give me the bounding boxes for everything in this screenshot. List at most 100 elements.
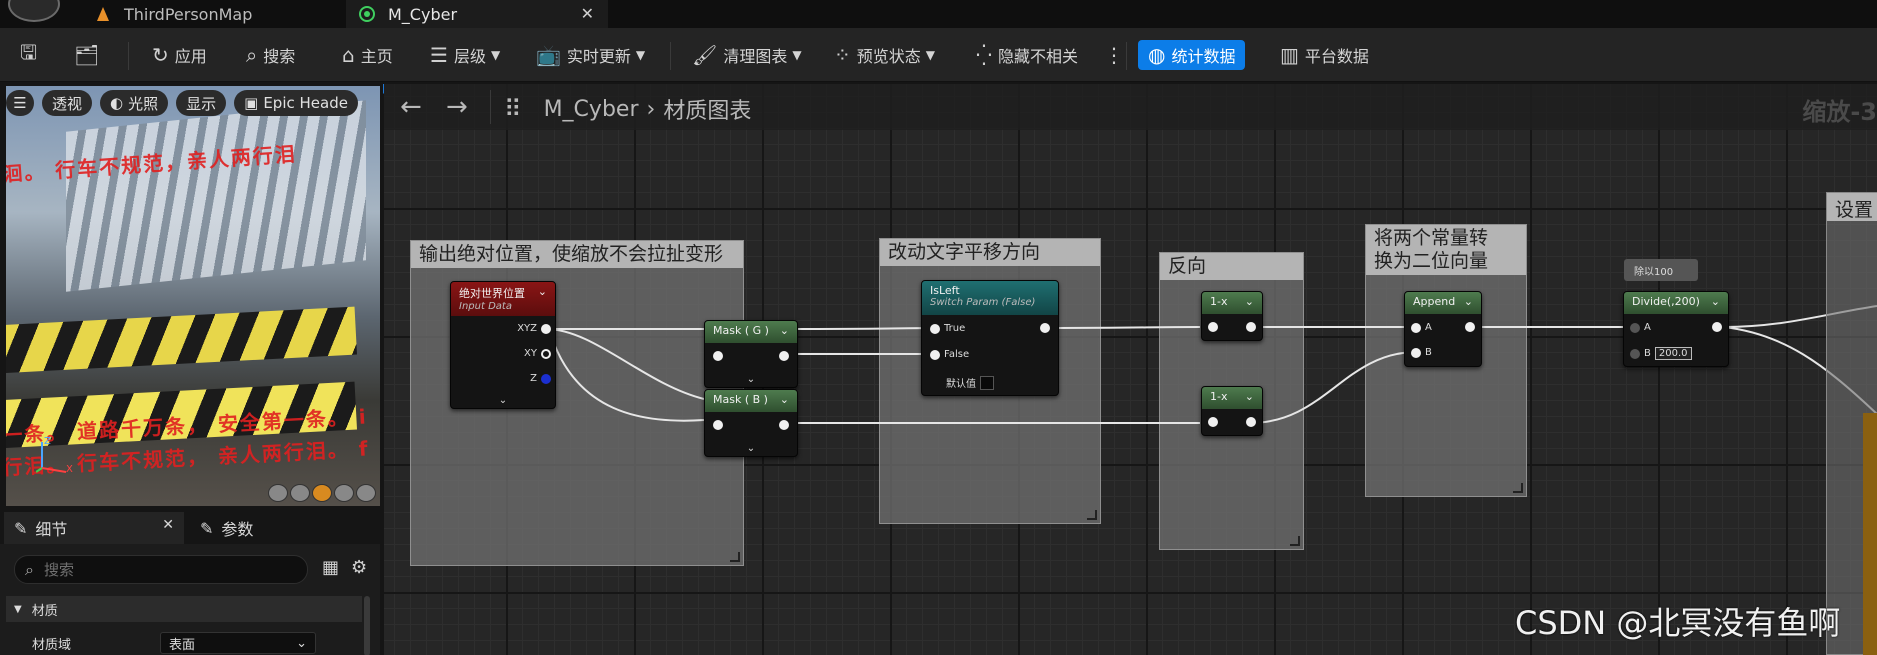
expand-icon[interactable]: ⌄ [747,374,755,385]
output-pin[interactable] [1465,322,1475,332]
node-title: Append [1413,295,1456,308]
cube-icon[interactable] [334,484,354,502]
input-pin[interactable] [713,351,723,361]
node-partial[interactable] [1863,413,1877,655]
section-label: 材质 [31,603,58,619]
material-section-header[interactable]: ▼ 材质 [6,596,362,622]
save-button[interactable]: 🖫 [20,40,43,70]
node-one-minus[interactable]: 1-x ⌄ [1201,291,1263,341]
header-label: Epic Heade [263,94,348,112]
hierarchy-button[interactable]: ☰ 层级 ▼ [430,40,500,70]
sphere-icon[interactable] [290,484,310,502]
pin-z[interactable]: Z [530,373,551,384]
output-pin[interactable] [1246,417,1256,427]
pin-label: True [944,323,966,334]
output-pin[interactable] [1712,322,1722,332]
node-world-position[interactable]: 绝对世界位置 Input Data ⌄ XYZ XY Z ⌄ [450,281,556,409]
table-view-icon[interactable]: ▦ [322,557,339,578]
output-pin[interactable] [779,351,789,361]
node-divide[interactable]: Divide(,200) ⌄ A B 200.0 [1623,291,1729,367]
comment-title[interactable]: 设置 [1827,193,1877,221]
comment-box[interactable]: 设置 [1826,192,1877,655]
search-icon: ⌕ [25,559,34,579]
browse-button[interactable]: 🗂 [74,40,105,70]
preview-state-button[interactable]: ⁘ 预览状态 ▼ [834,40,935,70]
input-pin[interactable] [1411,347,1421,358]
input-pin[interactable] [1208,322,1218,332]
tab-params[interactable]: ✎ 参数 [190,512,370,544]
pin-xyz[interactable]: XYZ [517,323,551,334]
node-subtitle: Input Data [459,301,512,312]
node-one-minus[interactable]: 1-x ⌄ [1201,386,1263,436]
pin-a[interactable]: A [1411,322,1432,333]
tab-m-cyber[interactable]: M_Cyber ✕ [346,0,608,28]
clean-graph-button[interactable]: 🖌 清理图表 ▼ [692,40,802,70]
details-search-input[interactable]: ⌕ 搜索 [14,555,308,584]
close-icon[interactable]: ✕ [581,4,594,23]
output-pin[interactable] [541,323,551,334]
hierarchy-label: 层级 [453,47,486,66]
lighting-icon: ◐ [110,94,124,112]
tab-details[interactable]: ✎ 细节 ✕ [4,512,184,544]
platform-stats-button[interactable]: ▥ 平台数据 [1280,40,1369,70]
pencil-icon: ✎ [14,518,28,538]
node-comment-bubble[interactable]: 除以100 [1624,259,1698,281]
teapot-icon[interactable] [356,484,376,502]
home-button[interactable]: ⌂ 主页 [342,40,393,70]
input-pin[interactable] [930,323,940,334]
pin-b[interactable]: B [1411,347,1432,358]
apply-label: 应用 [174,47,207,66]
default-value-checkbox[interactable] [980,375,994,390]
input-pin[interactable] [1630,322,1640,333]
stats-button[interactable]: ◍ 统计数据 [1138,40,1246,70]
output-pin[interactable] [1246,322,1256,332]
viewport-menu-button[interactable]: ☰ [6,90,34,116]
pin-true[interactable]: True [930,323,965,334]
tab-thirdpersonmap[interactable]: ThirdPersonMap [82,0,344,28]
output-pin[interactable] [541,373,551,384]
material-domain-select[interactable]: 表面 ⌄ [160,632,316,654]
node-mask-g[interactable]: Mask ( G ) ⌄ ⌄ [704,320,798,388]
node-subtitle: Switch Param (False) [930,297,1036,308]
plane-icon[interactable] [312,484,332,502]
node-header: IsLeft Switch Param (False) [922,281,1058,315]
output-pin[interactable] [779,420,789,430]
input-pin[interactable] [1411,322,1421,333]
header-button[interactable]: ▣ Epic Heade [234,90,358,116]
expand-icon[interactable]: ⌄ [747,443,755,454]
show-button[interactable]: 显示 [176,90,227,116]
live-update-button[interactable]: 📺 实时更新 ▼ [536,40,645,70]
lighting-button[interactable]: ◐ 光照 [100,90,169,116]
close-icon[interactable]: ✕ [162,517,174,533]
stats-icon: ◍ [1148,43,1166,67]
node-title: 绝对世界位置 [459,287,525,300]
search-button[interactable]: ⌕ 搜索 [246,40,295,70]
node-append[interactable]: Append ⌄ A B [1404,291,1482,367]
input-pin[interactable] [713,420,723,430]
details-panel: ✎ 细节 ✕ ✎ 参数 ⌕ 搜索 ▦ ⚙ ▼ 材质 材质域 表面 ⌄ [0,512,380,655]
apply-button[interactable]: ↻ 应用 [152,40,207,70]
svg-text:X: X [66,464,73,474]
pin-a[interactable]: A [1630,322,1651,333]
gear-icon[interactable]: ⚙ [351,557,367,578]
unreal-logo[interactable] [8,0,60,22]
input-pin[interactable] [930,349,940,360]
hide-unrelated-button[interactable]: ⁛ 隐藏不相关 [976,40,1078,70]
material-graph[interactable]: ← → ⠿ M_Cyber › 材质图表 缩放-3 输出绝对位置，使缩放不会拉扯… [384,84,1877,655]
node-header: 1-x ⌄ [1202,292,1262,314]
output-pin[interactable] [541,348,551,359]
perspective-button[interactable]: 透视 [42,90,93,116]
preview-viewport[interactable]: 洄。 行车不规范，亲人两行泪 一条。 道路千万条， 安全第一条。 i 行泪。 行… [6,86,380,506]
input-pin[interactable] [1208,417,1218,427]
b-value-input[interactable]: 200.0 [1654,347,1692,360]
expand-icon[interactable]: ⌄ [499,395,507,406]
input-pin[interactable] [1630,348,1640,359]
node-isleft[interactable]: IsLeft Switch Param (False) True False 默认… [921,280,1059,396]
details-scrollbar[interactable] [364,596,370,655]
output-pin[interactable] [1040,323,1050,333]
pin-b[interactable]: B 200.0 [1630,347,1692,360]
cylinder-icon[interactable] [268,484,288,502]
pin-false[interactable]: False [930,349,969,360]
pin-xy[interactable]: XY [524,348,551,359]
node-mask-b[interactable]: Mask ( B ) ⌄ ⌄ [704,389,798,457]
